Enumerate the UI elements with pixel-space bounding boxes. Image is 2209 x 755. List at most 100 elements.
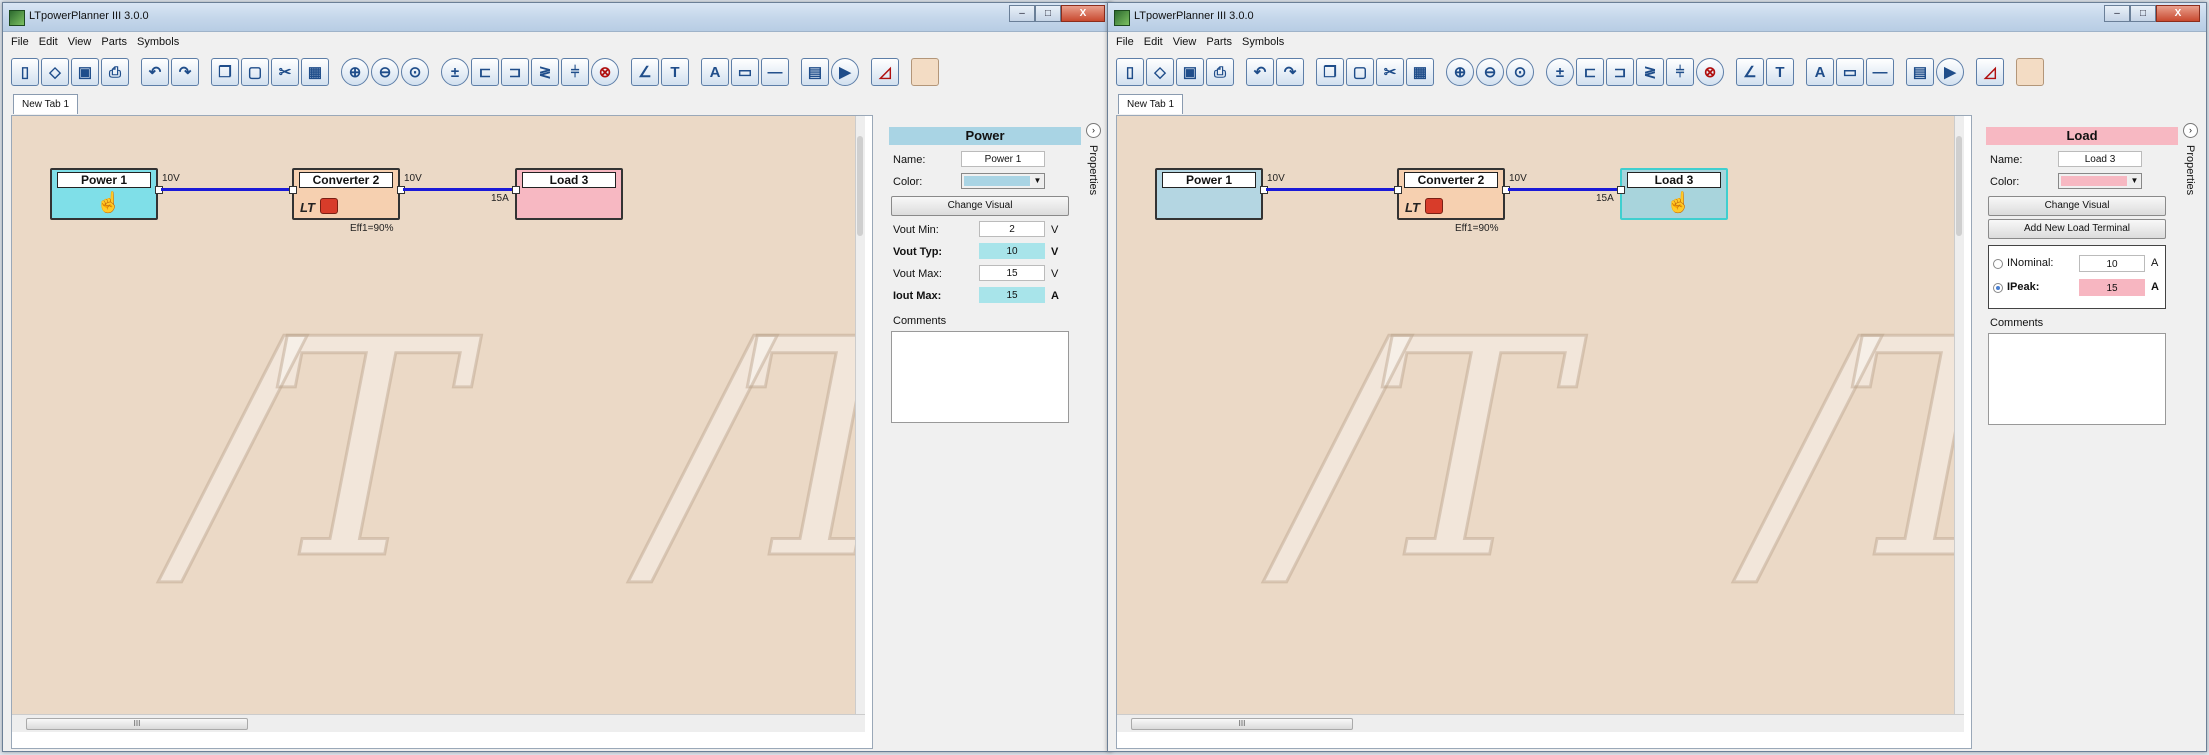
rectangle-icon[interactable]: ▭ [731,58,759,86]
properties-side-tab[interactable]: › Properties [1085,123,1103,323]
comments-textarea[interactable] [891,331,1069,423]
menu-view[interactable]: View [68,36,92,48]
capacitor-icon[interactable]: ⫩ [1666,58,1694,86]
menu-file[interactable]: File [11,36,29,48]
ldo-icon[interactable]: ⊐ [1606,58,1634,86]
text-icon[interactable]: T [661,58,689,86]
hline-icon[interactable]: — [1866,58,1894,86]
lt-logo-icon[interactable]: ◿ [1976,58,2004,86]
load-block[interactable]: Load 3 ☝ [1620,168,1728,220]
menu-edit[interactable]: Edit [1144,36,1163,48]
save-icon[interactable]: ▣ [71,58,99,86]
collapse-panel-button[interactable]: › [2183,123,2198,138]
maximize-button[interactable]: □ [2130,5,2156,22]
open-icon[interactable]: ◇ [41,58,69,86]
copy-icon[interactable]: ❐ [211,58,239,86]
color-swatch-icon[interactable] [911,58,939,86]
vout-max-field[interactable]: 15 [979,265,1045,281]
iout-max-field[interactable]: 15 [979,287,1045,303]
power-block[interactable]: Power 1 ☝ [50,168,158,220]
menu-parts[interactable]: Parts [101,36,127,48]
resistor-icon[interactable]: ≷ [531,58,559,86]
image-icon[interactable]: ▦ [1406,58,1434,86]
run-icon[interactable]: ▶ [1936,58,1964,86]
horizontal-scrollbar[interactable]: III [12,714,865,732]
schematic-canvas[interactable]: /T /T Power 1 10V Converter 2 LT Eff1=90… [1117,116,1964,732]
paste-icon[interactable]: ▢ [1346,58,1374,86]
line-icon[interactable]: ∠ [1736,58,1764,86]
load-block[interactable]: Load 3 [515,168,623,220]
add-load-terminal-button[interactable]: Add New Load Terminal [1988,219,2166,239]
zoom-out-icon[interactable]: ⊖ [371,58,399,86]
name-field[interactable]: Load 3 [2058,151,2142,167]
undo-icon[interactable]: ↶ [1246,58,1274,86]
inominal-radio[interactable] [1993,259,2003,269]
report-icon[interactable]: ▤ [1906,58,1934,86]
text-A-icon[interactable]: A [701,58,729,86]
wire[interactable] [161,188,294,191]
color-swatch-icon[interactable] [2016,58,2044,86]
open-icon[interactable]: ◇ [1146,58,1174,86]
close-button[interactable]: X [2156,5,2200,22]
wire[interactable] [403,188,517,191]
tab-new-tab-1[interactable]: New Tab 1 [1118,94,1184,114]
change-visual-button[interactable]: Change Visual [1988,196,2166,216]
zoom-fit-icon[interactable]: ⊙ [1506,58,1534,86]
vout-typ-field[interactable]: 10 [979,243,1045,259]
menu-edit[interactable]: Edit [39,36,58,48]
power-source-icon[interactable]: ± [1546,58,1574,86]
print-icon[interactable]: ⎙ [101,58,129,86]
vout-min-field[interactable]: 2 [979,221,1045,237]
converter-input-terminal[interactable] [1394,186,1402,194]
vertical-scrollbar[interactable] [855,116,865,732]
new-document-icon[interactable]: ▯ [1116,58,1144,86]
redo-icon[interactable]: ↷ [171,58,199,86]
scroll-thumb[interactable]: III [1131,718,1353,730]
minimize-button[interactable]: – [2104,5,2130,22]
properties-side-tab[interactable]: › Properties [2182,123,2200,323]
properties-tab-label[interactable]: Properties [1087,145,1099,195]
change-visual-button[interactable]: Change Visual [891,196,1069,216]
zoom-in-icon[interactable]: ⊕ [341,58,369,86]
menu-view[interactable]: View [1173,36,1197,48]
scroll-thumb[interactable]: III [26,718,248,730]
wire[interactable] [1266,188,1399,191]
collapse-panel-button[interactable]: › [1086,123,1101,138]
paste-icon[interactable]: ▢ [241,58,269,86]
properties-tab-label[interactable]: Properties [2184,145,2196,195]
name-field[interactable]: Power 1 [961,151,1045,167]
minimize-button[interactable]: – [1009,5,1035,22]
hline-icon[interactable]: — [761,58,789,86]
tab-new-tab-1[interactable]: New Tab 1 [13,94,79,114]
color-dropdown[interactable]: ▼ [961,173,1045,189]
converter-icon[interactable]: ⊏ [471,58,499,86]
maximize-button[interactable]: □ [1035,5,1061,22]
horizontal-scrollbar[interactable]: III [1117,714,1964,732]
inominal-field[interactable]: 10 [2079,255,2145,272]
line-icon[interactable]: ∠ [631,58,659,86]
report-icon[interactable]: ▤ [801,58,829,86]
zoom-out-icon[interactable]: ⊖ [1476,58,1504,86]
save-icon[interactable]: ▣ [1176,58,1204,86]
new-document-icon[interactable]: ▯ [11,58,39,86]
color-dropdown[interactable]: ▼ [2058,173,2142,189]
load-icon[interactable]: ⊗ [591,58,619,86]
load-icon[interactable]: ⊗ [1696,58,1724,86]
menu-file[interactable]: File [1116,36,1134,48]
ipeak-radio[interactable] [1993,283,2003,293]
run-icon[interactable]: ▶ [831,58,859,86]
text-icon[interactable]: T [1766,58,1794,86]
zoom-in-icon[interactable]: ⊕ [1446,58,1474,86]
cut-icon[interactable]: ✂ [1376,58,1404,86]
ipeak-field[interactable]: 15 [2079,279,2145,296]
copy-icon[interactable]: ❐ [1316,58,1344,86]
ldo-icon[interactable]: ⊐ [501,58,529,86]
text-A-icon[interactable]: A [1806,58,1834,86]
menu-symbols[interactable]: Symbols [137,36,179,48]
converter-block[interactable]: Converter 2 LT [1397,168,1505,220]
converter-block[interactable]: Converter 2 LT [292,168,400,220]
schematic-canvas[interactable]: /T /T Power 1 ☝ 10V Converter 2 LT Eff1=… [12,116,865,732]
converter-icon[interactable]: ⊏ [1576,58,1604,86]
menu-parts[interactable]: Parts [1206,36,1232,48]
resistor-icon[interactable]: ≷ [1636,58,1664,86]
